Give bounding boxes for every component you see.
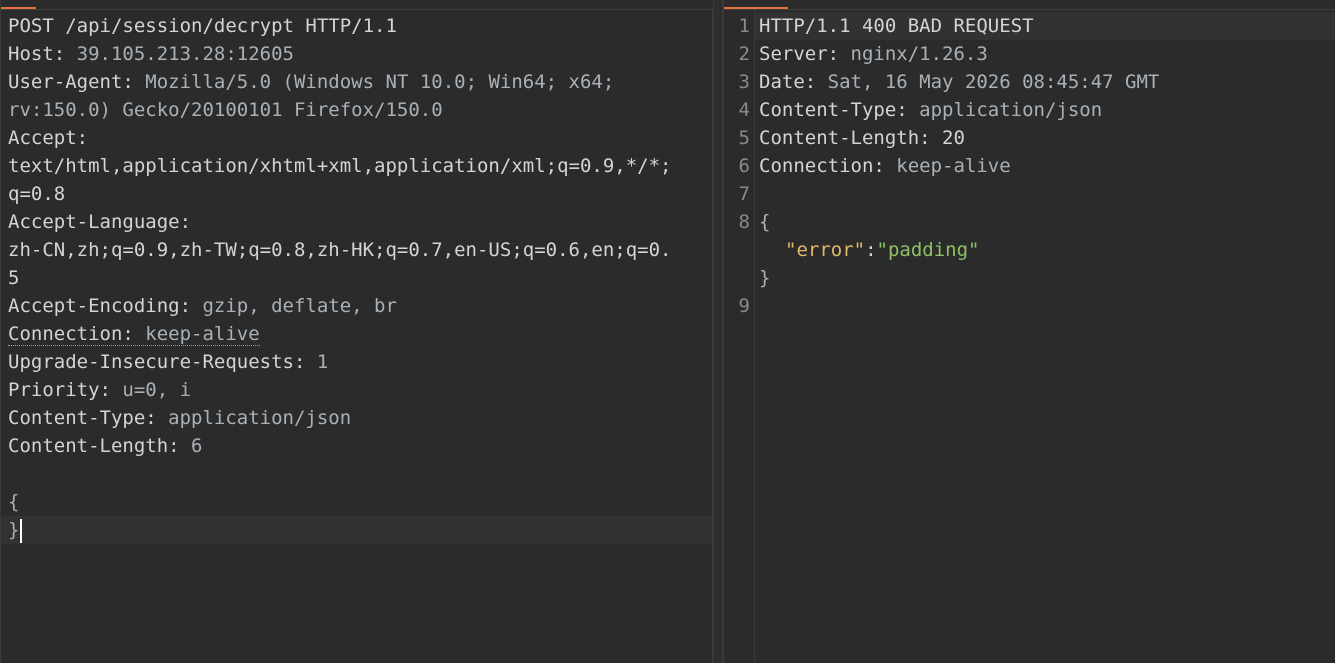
header-value: 6 xyxy=(191,435,203,457)
line-number: 6 xyxy=(738,155,750,177)
response-line[interactable]: 5 Content-Length: 20 xyxy=(724,124,1335,152)
line-number: 1 xyxy=(738,15,750,37)
line-number: 8 xyxy=(738,211,750,233)
body-brace: { xyxy=(8,491,20,513)
header-name: Date: xyxy=(759,71,828,93)
request-editor-top-border xyxy=(1,9,714,10)
response-lines[interactable]: 1 HTTP/1.1 400 BAD REQUEST 2 Server: nginx… xyxy=(724,12,1335,320)
header-value: Mozilla/5.0 (Windows NT 10.0; Win64; x64… xyxy=(145,71,615,93)
json-open-brace: { xyxy=(759,211,771,233)
header-value: nginx/1.26.3 xyxy=(850,43,988,65)
request-line-key: POST /api/session/decrypt HTTP/1.1 xyxy=(8,15,397,37)
header-value: zh-CN,zh;q=0.9,zh-TW;q=0.8,zh-HK;q=0.7,e… xyxy=(8,239,672,261)
header-value: application/json xyxy=(919,99,1103,121)
response-line[interactable]: 2 Server: nginx/1.26.3 xyxy=(724,40,1335,68)
response-line[interactable]: } xyxy=(724,264,1335,292)
request-line[interactable]: Host: 39.105.213.28:12605 xyxy=(8,40,714,68)
header-value: gzip, deflate, br xyxy=(202,295,397,317)
response-line[interactable]: 7 xyxy=(724,180,1335,208)
line-number: 4 xyxy=(738,99,750,121)
request-line[interactable]: q=0.8 xyxy=(8,180,714,208)
json-value: "padding" xyxy=(876,239,980,261)
header-value: 20 xyxy=(942,127,965,149)
response-viewer-top-border xyxy=(724,9,1335,10)
header-value: Sat, 16 May 2026 08:45:47 GMT xyxy=(827,71,1160,93)
line-number: 7 xyxy=(738,183,750,205)
header-value: text/html,application/xhtml+xml,applicat… xyxy=(8,155,672,177)
response-line[interactable]: 6 Connection: keep-alive xyxy=(724,152,1335,180)
response-header: Server: nginx/1.26.3 xyxy=(759,40,988,68)
header-value: 5 xyxy=(8,267,20,289)
request-line[interactable]: Priority: u=0, i xyxy=(8,376,714,404)
status-line: HTTP/1.1 400 BAD REQUEST xyxy=(759,12,1034,40)
response-header: Content-Type: application/json xyxy=(759,96,1102,124)
response-line[interactable]: 4 Content-Type: application/json xyxy=(724,96,1335,124)
request-line[interactable]: Connection: keep-alive xyxy=(8,320,714,348)
request-line[interactable]: rv:150.0) Gecko/20100101 Firefox/150.0 xyxy=(8,96,714,124)
request-editor[interactable]: POST /api/session/decrypt HTTP/1.1 Host:… xyxy=(0,0,714,663)
request-line[interactable]: Accept-Language: xyxy=(8,208,714,236)
connection-header-underlined: Connection: keep-alive xyxy=(8,323,260,346)
header-value: 1 xyxy=(316,351,329,373)
response-line[interactable]: 3 Date: Sat, 16 May 2026 08:45:47 GMT xyxy=(724,68,1335,96)
header-value: rv:150.0) Gecko/20100101 Firefox/150.0 xyxy=(8,99,443,121)
request-line[interactable]: Content-Type: application/json xyxy=(8,404,714,432)
request-line[interactable]: Accept: xyxy=(8,124,714,152)
header-name: Host: xyxy=(8,43,77,65)
header-name: Upgrade-Insecure-Requests: xyxy=(8,351,317,373)
body-brace: } xyxy=(8,519,20,541)
header-value: u=0, i xyxy=(122,379,192,401)
response-header: Content-Length: 20 xyxy=(759,124,965,152)
pane-splitter[interactable] xyxy=(713,0,723,663)
line-number: 9 xyxy=(738,295,750,317)
header-name: Connection: xyxy=(8,323,146,345)
header-value: q=0.8 xyxy=(8,183,66,205)
header-name: Priority: xyxy=(8,379,123,401)
header-name: Content-Length: xyxy=(759,127,943,149)
request-line[interactable]: Content-Length: 6 xyxy=(8,432,714,460)
status-text: HTTP/1.1 400 BAD REQUEST xyxy=(759,15,1034,37)
json-colon: : xyxy=(865,239,877,261)
header-value: keep-alive xyxy=(145,323,260,345)
header-value: application/json xyxy=(168,407,352,429)
header-name: Accept-Language: xyxy=(8,211,192,233)
header-name: Content-Type: xyxy=(759,99,920,121)
header-value: 39.105.213.28:12605 xyxy=(76,43,294,65)
request-line[interactable]: text/html,application/xhtml+xml,applicat… xyxy=(8,152,714,180)
response-viewer[interactable]: 1 HTTP/1.1 400 BAD REQUEST 2 Server: nginx… xyxy=(723,0,1335,663)
header-name: Accept-Encoding: xyxy=(8,295,203,317)
response-line[interactable]: "error":"padding" xyxy=(724,236,1335,264)
header-name: Connection: xyxy=(759,155,897,177)
text-cursor xyxy=(20,518,23,543)
json-key: "error" xyxy=(785,239,866,261)
line-number: 2 xyxy=(738,43,750,65)
response-header: Date: Sat, 16 May 2026 08:45:47 GMT xyxy=(759,68,1159,96)
json-entry: "error":"padding" xyxy=(785,236,979,264)
response-line[interactable]: 1 HTTP/1.1 400 BAD REQUEST xyxy=(724,12,1335,40)
line-number: 5 xyxy=(738,127,750,149)
response-header: Connection: keep-alive xyxy=(759,152,1011,180)
request-line[interactable]: User-Agent: Mozilla/5.0 (Windows NT 10.0… xyxy=(8,68,714,96)
request-line[interactable] xyxy=(8,460,714,488)
header-name: Content-Type: xyxy=(8,407,169,429)
json-close-brace: } xyxy=(759,267,771,289)
request-line[interactable]: Accept-Encoding: gzip, deflate, br xyxy=(8,292,714,320)
request-line[interactable]: POST /api/session/decrypt HTTP/1.1 xyxy=(8,12,714,40)
request-lines[interactable]: POST /api/session/decrypt HTTP/1.1 Host:… xyxy=(8,12,714,544)
request-line[interactable]: Upgrade-Insecure-Requests: 1 xyxy=(8,348,714,376)
request-line[interactable]: zh-CN,zh;q=0.9,zh-TW;q=0.8,zh-HK;q=0.7,e… xyxy=(8,236,714,264)
request-line[interactable]: } xyxy=(8,516,714,544)
request-line[interactable]: 5 xyxy=(8,264,714,292)
response-line[interactable]: 8{ xyxy=(724,208,1335,236)
response-line[interactable]: 9 xyxy=(724,292,1335,320)
header-name: Content-Length: xyxy=(8,435,192,457)
header-name: Accept: xyxy=(8,127,89,149)
header-value: keep-alive xyxy=(896,155,1011,177)
line-number: 3 xyxy=(738,71,750,93)
header-name: User-Agent: xyxy=(8,71,146,93)
header-name: Server: xyxy=(759,43,851,65)
request-line[interactable]: { xyxy=(8,488,714,516)
